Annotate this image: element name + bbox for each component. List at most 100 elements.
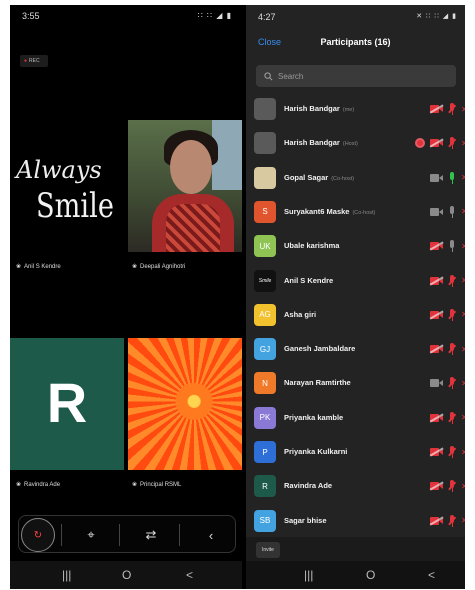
participant-name: Narayan Ramtirthe [284,378,351,388]
mic-icon: ❀ [16,482,22,488]
switch-camera-icon[interactable]: ⇄ [131,516,171,554]
search-bar[interactable] [256,65,456,87]
mic-muted-icon [448,137,456,150]
recording-label: REC [29,58,40,64]
signal-battery-icons: ✕ ∷ ∷ ◢ ▮ [416,13,457,20]
home-button[interactable]: O [122,568,131,582]
participants-screen: 4:27 ✕ ∷ ∷ ◢ ▮ Close Participants (16) H… [246,5,465,589]
participant-name: Ganesh Jambaldare [284,344,356,354]
tile-name-principal: ❀ Principal RSML [132,481,182,489]
tile-name-anil: ❀ Anil S Kendre [16,263,61,271]
more-options-icon[interactable]: ✕ [461,413,465,422]
focus-icon[interactable]: ⌖ [71,516,111,554]
participant-name: Suryakant6 Maske (Co-host) [284,206,376,216]
more-options-icon[interactable]: ✕ [461,242,465,251]
participant-role: (Co-host) [331,175,355,182]
invite-bar: Invite [246,537,465,563]
participant-row[interactable]: AG Asha giri ✕ [246,301,465,335]
more-options-icon[interactable]: ✕ [461,173,465,182]
back-button[interactable]: < [428,568,435,582]
invite-button[interactable]: Invite [256,542,280,558]
participant-row[interactable]: Harish Bandgar (me) ✕ [246,95,465,129]
more-options-icon[interactable]: ✕ [461,345,465,354]
mic-icon [448,240,456,253]
android-nav-bar: ||| O < [246,561,465,589]
participant-row[interactable]: PK Priyanka kamble ✕ [246,404,465,438]
mic-muted-icon [448,480,456,493]
video-tile-deepali[interactable] [128,120,242,252]
more-options-icon[interactable]: ✕ [461,516,465,525]
mic-icon: ❀ [16,264,22,270]
video-off-icon [430,345,443,354]
signal-battery-icons: ∷ ∷ ◢ ▮ [197,11,232,20]
mic-muted-icon [448,514,456,527]
more-options-icon[interactable]: ✕ [461,482,465,491]
participant-row[interactable]: SB Sagar bhise ✕ [246,507,465,541]
flower-image [128,338,242,470]
participant-name: Ravindra Ade [284,481,333,491]
avatar: S [254,200,276,223]
search-input[interactable] [278,71,438,81]
video-off-icon [430,482,443,491]
participant-row[interactable]: N Narayan Ramtirthe ✕ [246,369,465,403]
recording-badge: ● REC [20,55,48,67]
participant-name: Priyanka kamble [284,412,344,422]
avatar: SB [254,509,276,532]
video-icon [430,207,443,216]
more-options-icon[interactable]: ✕ [461,448,465,457]
mic-muted-icon [448,411,456,424]
more-options-icon[interactable]: ✕ [461,207,465,216]
video-icon [430,379,443,388]
status-time: 3:55 [22,11,40,21]
more-options-icon[interactable]: ✕ [461,379,465,388]
mic-muted-icon [448,446,456,458]
video-tile-principal[interactable] [128,338,242,470]
avatar: PK [254,406,276,429]
video-tile-anil[interactable]: Always Smile [10,120,122,252]
participant-row[interactable]: Harish Bandgar (Host) ✕ [246,129,465,163]
avatar: R [254,475,276,498]
avatar: UK [254,235,276,258]
mic-muted-icon [448,343,456,356]
tile-name-ravindra: ❀ Ravindra Ade [16,481,61,489]
participant-row[interactable]: UK Ubale karishma ✕ [246,232,465,266]
avatar: P [254,441,276,463]
self-view-button[interactable]: ↻ [21,518,55,552]
back-button[interactable]: < [186,568,193,582]
status-bar: 3:55 ∷ ∷ ◢ ▮ [10,5,242,27]
android-nav-bar: ||| O < [10,561,242,589]
participant-row[interactable]: S Suryakant6 Maske (Co-host) ✕ [246,198,465,232]
participant-row[interactable]: P Priyanka Kulkarni ✕ [246,438,465,472]
recent-apps-button[interactable]: ||| [62,568,71,582]
tile-image-text-always: Always [16,156,102,184]
more-options-icon[interactable]: ✕ [461,139,465,148]
mic-icon: ❀ [132,482,138,488]
more-options-icon[interactable]: ✕ [461,310,465,319]
search-icon [264,71,273,80]
avatar: Smile [254,269,276,292]
participant-name: Asha giri [284,309,317,319]
participant-row[interactable]: Smile Anil S Kendre ✕ [246,267,465,301]
video-off-icon [430,105,443,113]
video-off-icon [430,310,443,319]
share-icon[interactable]: ‹ [191,516,231,554]
more-options-icon[interactable]: ✕ [461,105,465,114]
mic-muted-icon [448,274,456,287]
video-off-icon [430,276,443,285]
home-button[interactable]: O [366,568,375,582]
recent-apps-button[interactable]: ||| [304,568,313,582]
status-time: 4:27 [258,12,276,22]
participant-name: Priyanka Kulkarni [284,447,348,456]
video-icon [430,173,443,182]
avatar [254,98,276,120]
avatar: N [254,372,276,395]
more-options-icon[interactable]: ✕ [461,276,465,285]
participant-row[interactable]: Gopal Sagar (Co-host) ✕ [246,164,465,198]
video-off-icon [430,448,443,456]
mic-muted-icon [448,308,456,321]
participant-name: Harish Bandgar (Host) [284,138,358,148]
video-tile-ravindra[interactable]: R [10,338,124,470]
participant-row[interactable]: R Ravindra Ade ✕ [246,472,465,506]
participant-row[interactable]: GJ Ganesh Jambaldare ✕ [246,335,465,369]
avatar: AG [254,303,276,326]
